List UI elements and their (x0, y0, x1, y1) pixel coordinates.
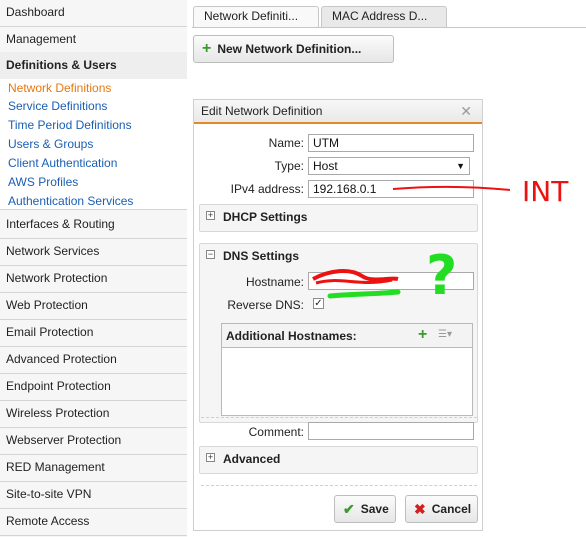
hostname-field[interactable] (308, 272, 474, 290)
advanced-title[interactable]: Advanced (223, 452, 280, 466)
sidebar-item-email-protection[interactable]: Email Protection (0, 320, 187, 347)
dhcp-settings-section: + DHCP Settings (199, 204, 478, 232)
divider (201, 485, 477, 486)
dialog-header: Edit Network Definition ✕ (194, 100, 482, 124)
sidebar-item-red-management[interactable]: RED Management (0, 455, 187, 482)
type-select[interactable]: Host ▼ (308, 157, 470, 175)
dialog-title: Edit Network Definition (201, 104, 323, 118)
sidebar-item-site-to-site-vpn[interactable]: Site-to-site VPN (0, 482, 187, 509)
cancel-button[interactable]: ✖ Cancel (405, 495, 478, 523)
sidebar-item-web-protection[interactable]: Web Protection (0, 293, 187, 320)
new-network-definition-label: New Network Definition... (217, 42, 362, 56)
sidebar-item-network-protection[interactable]: Network Protection (0, 266, 187, 293)
tab-mac-address-definitions[interactable]: MAC Address D... (321, 6, 447, 28)
sidebar-item-interfaces-routing[interactable]: Interfaces & Routing (0, 212, 187, 239)
reverse-dns-checkbox[interactable]: ✓ (313, 298, 324, 309)
sidebar-item-advanced-protection[interactable]: Advanced Protection (0, 347, 187, 374)
divider (201, 417, 477, 418)
plus-icon: + (202, 40, 212, 57)
list-menu-icon[interactable]: ☰▾ (438, 329, 452, 340)
add-hostname-icon[interactable]: + (418, 326, 427, 344)
name-label: Name: (268, 136, 304, 150)
sidebar-item-network-services[interactable]: Network Services (0, 239, 187, 266)
hostname-label: Hostname: (245, 275, 304, 289)
additional-hostnames-box[interactable]: Additional Hostnames: + ☰▾ (221, 323, 473, 416)
comment-field[interactable] (308, 422, 474, 440)
sidebar-subitem-client-authentication[interactable]: Client Authentication (8, 154, 117, 173)
sidebar-subitem-users-groups[interactable]: Users & Groups (8, 135, 93, 154)
sidebar-item-dashboard[interactable]: Dashboard (0, 0, 187, 27)
type-label: Type: (274, 159, 304, 173)
sidebar-subitem-service-definitions[interactable]: Service Definitions (8, 97, 107, 116)
tab-underline (192, 27, 586, 28)
check-icon: ✔ (343, 500, 355, 517)
expand-icon[interactable]: + (206, 211, 215, 220)
new-network-definition-button[interactable]: + New Network Definition... (193, 35, 394, 63)
edit-network-definition-dialog: Edit Network Definition ✕ Name: UTM Type… (193, 99, 483, 531)
sidebar-item-webserver-protection[interactable]: Webserver Protection (0, 428, 187, 455)
handwritten-int: INT (522, 175, 569, 208)
ipv4-address-field[interactable]: 192.168.0.1 (308, 180, 474, 198)
expand-icon[interactable]: + (206, 453, 215, 462)
name-field[interactable]: UTM (308, 134, 474, 152)
collapse-icon[interactable]: − (206, 250, 215, 259)
sidebar-item-endpoint-protection[interactable]: Endpoint Protection (0, 374, 187, 401)
close-icon[interactable]: ✕ (460, 100, 472, 122)
sidebar-item-wireless-protection[interactable]: Wireless Protection (0, 401, 187, 428)
sidebar-subitem-time-period-definitions[interactable]: Time Period Definitions (8, 116, 132, 135)
sidebar-item-remote-access[interactable]: Remote Access (0, 509, 187, 536)
sidebar-subitem-authentication-services[interactable]: Authentication Services (8, 192, 133, 211)
advanced-section: + Advanced (199, 446, 478, 474)
additional-hostnames-header: Additional Hostnames: + ☰▾ (222, 324, 472, 348)
reverse-dns-label: Reverse DNS: (227, 298, 304, 312)
save-label: Save (360, 502, 389, 516)
dns-settings-title[interactable]: DNS Settings (223, 249, 299, 263)
sidebar-item-management[interactable]: Management (0, 27, 187, 54)
ipv4-label: IPv4 address: (230, 182, 304, 196)
tab-network-definitions[interactable]: Network Definiti... (193, 6, 319, 28)
dhcp-settings-title[interactable]: DHCP Settings (223, 210, 307, 224)
type-select-value: Host (313, 159, 338, 173)
sidebar-subnav: Network Definitions Service Definitions … (0, 79, 187, 210)
sidebar: Dashboard Management Definitions & Users… (0, 0, 187, 537)
comment-label: Comment: (248, 425, 304, 439)
chevron-down-icon: ▼ (456, 161, 465, 171)
additional-hostnames-label: Additional Hostnames: (226, 329, 357, 343)
sidebar-subitem-aws-profiles[interactable]: AWS Profiles (8, 173, 78, 192)
cross-icon: ✖ (414, 500, 426, 517)
cancel-label: Cancel (431, 502, 472, 516)
sidebar-subitem-network-definitions[interactable]: Network Definitions (8, 79, 111, 98)
save-button[interactable]: ✔ Save (334, 495, 396, 523)
